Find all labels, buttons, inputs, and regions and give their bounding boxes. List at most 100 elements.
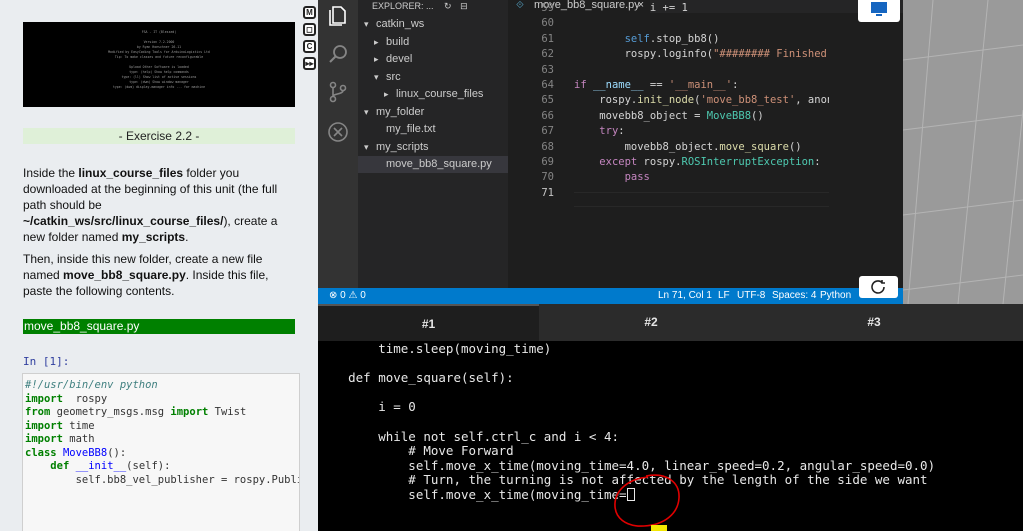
tree-item-label: catkin_ws	[376, 18, 425, 30]
toolbar-button-reload[interactable]: C	[303, 40, 316, 53]
source-control-icon[interactable]	[326, 80, 350, 104]
tree-item-label: src	[386, 70, 401, 83]
code-cell[interactable]: #!/usr/bin/env python import rospy from ge…	[22, 373, 300, 531]
terminal-tab-strip: #1 #2 #3	[318, 304, 1023, 341]
error-icon: ⊗	[329, 290, 338, 301]
terminal-tab-1[interactable]: #1	[318, 304, 539, 341]
code-line: movebb8_object.move_square()	[574, 140, 829, 155]
tree-item[interactable]: ▾ catkin_ws	[358, 16, 508, 33]
scene-grid	[903, 0, 1023, 304]
terminal-tab-3[interactable]: #3	[763, 304, 985, 341]
code-line: except rospy.ROSInterruptException:	[574, 155, 829, 170]
text-span: Inside the	[23, 166, 79, 180]
toolbar-button-m[interactable]: M	[303, 6, 316, 19]
code-token: rospy.	[637, 155, 682, 168]
tree-item[interactable]: ▾ my_folder	[358, 104, 508, 121]
tree-item[interactable]: ▾ src	[358, 69, 508, 86]
code-token: ():	[107, 446, 127, 459]
thumbnail-text-line: Upload Other Software is loaded	[129, 65, 189, 69]
refresh-icon[interactable]: ↻	[444, 1, 452, 11]
chevron-icon: ▸	[374, 54, 379, 64]
code-token: rospy.loginfo(	[574, 48, 714, 61]
code-line: self.bb8_vel_publisher = rospy.Publis	[25, 474, 299, 488]
code-line: movebb8_object = MoveBB8()	[574, 109, 829, 124]
encoding-indicator[interactable]: UTF-8	[737, 288, 765, 304]
thumbnail-text-line: by Ryan Hoeschner 26-11	[136, 45, 182, 49]
code-token: if	[574, 78, 587, 91]
monitor-button[interactable]	[858, 0, 900, 22]
terminal-tab-2[interactable]: #2	[540, 304, 762, 341]
code-token: ()	[788, 140, 802, 153]
editor-code[interactable]: i += 1 self.stop_bb8() rospy.loginfo("##…	[574, 1, 829, 201]
line-number: 60	[541, 17, 554, 30]
code-line: try:	[574, 124, 829, 139]
code-line: rospy.init_node('move_bb8_test', anon	[574, 93, 829, 108]
code-line: #!/usr/bin/env python	[25, 379, 299, 393]
extensions-icon[interactable]	[326, 120, 350, 144]
code-token: class	[25, 446, 57, 459]
toolbar-button-square[interactable]: ◻	[303, 23, 316, 36]
problems-indicator[interactable]: ⊗ 0 ⚠ 0	[329, 288, 366, 304]
code-token: i += 1	[574, 2, 688, 14]
status-bar: ⊗ 0 ⚠ 0 Ln 71, Col 1 LF UTF-8 Spaces: 4 …	[318, 288, 903, 304]
line-number: 62	[541, 48, 554, 61]
collapse-icon[interactable]: ⊟	[460, 1, 468, 11]
code-token: ROSInterruptException	[681, 155, 815, 168]
files-icon[interactable]	[326, 4, 350, 28]
code-line: if __name__ == '__main__':	[574, 78, 829, 93]
tree-item[interactable]: ▸ build	[358, 34, 508, 51]
code-token: (self):	[126, 460, 171, 472]
tree-item[interactable]: ▸ linux_course_files	[358, 86, 508, 103]
code-token: import	[170, 406, 209, 418]
tree-item-label: my_folder	[376, 105, 425, 118]
indentation-indicator[interactable]: Spaces: 4	[772, 288, 816, 304]
code-editor[interactable]: ⟐ move_bb8_square.py × 59 60 61 62 63 64 65 66 6…	[508, 0, 903, 288]
tree-item[interactable]: ▸ devel	[358, 51, 508, 68]
code-token: "######## Finished	[713, 48, 829, 61]
tree-item-label: my_file.txt	[386, 123, 436, 135]
code-token: MoveBB8	[706, 109, 752, 122]
thumbnail-text-line: FSA - IT (Blessed)	[141, 30, 177, 34]
code-line: pass	[574, 170, 829, 185]
language-indicator[interactable]: Python	[820, 288, 851, 304]
tree-item[interactable]: my_file.txt	[358, 121, 508, 138]
code-token: import	[25, 392, 63, 405]
code-token: rospy	[62, 392, 108, 405]
tree-item[interactable]: move_bb8_square.py	[358, 156, 508, 173]
code-line: class MoveBB8():	[25, 447, 299, 461]
simulation-view[interactable]	[903, 0, 1023, 304]
warning-count: 0	[360, 290, 366, 301]
bold-text: my_scripts	[121, 230, 186, 244]
code-token: init_node	[637, 94, 695, 107]
thumbnail-text-line: type: (help) Show help commands	[129, 70, 189, 74]
cursor-position[interactable]: Ln 71, Col 1	[658, 288, 712, 304]
tree-item[interactable]: ▾ my_scripts	[358, 139, 508, 156]
code-token: movebb8_object =	[574, 109, 707, 122]
chevron-icon: ▾	[374, 71, 379, 82]
search-icon[interactable]	[326, 42, 350, 66]
code-token: :	[814, 155, 821, 168]
line-number: 66	[541, 109, 554, 122]
reload-button[interactable]	[859, 276, 898, 298]
code-token: except	[599, 155, 638, 168]
thumbnail-text-line: Version 7.2.2000	[143, 40, 175, 44]
code-token: import	[25, 433, 63, 445]
terminal-line: def move_square(self):	[318, 370, 514, 386]
code-token: #!/usr/bin/env python	[25, 379, 158, 391]
code-line: rospy.loginfo("######## Finished	[574, 47, 829, 62]
terminal-line: i = 0	[318, 399, 416, 415]
chevron-icon: ▾	[364, 19, 369, 29]
code-token: try	[599, 125, 619, 138]
eol-indicator[interactable]: LF	[718, 288, 730, 304]
code-token: :	[618, 125, 625, 138]
toolbar-button-forward[interactable]: ▸▸	[303, 57, 316, 70]
instruction-paragraph-2: Then, inside this new folder, create a n…	[23, 251, 295, 299]
explorer-title: EXPLORER: ... ↻ ⊟	[358, 0, 508, 13]
tree-item-label: move_bb8_square.py	[386, 158, 492, 170]
code-token: move_square	[719, 140, 789, 153]
thumbnail-text-line: type: (ll) Show list of active sessions	[121, 75, 197, 79]
thumbnail-text-line: type: (dwm) Show window manager	[129, 80, 189, 84]
